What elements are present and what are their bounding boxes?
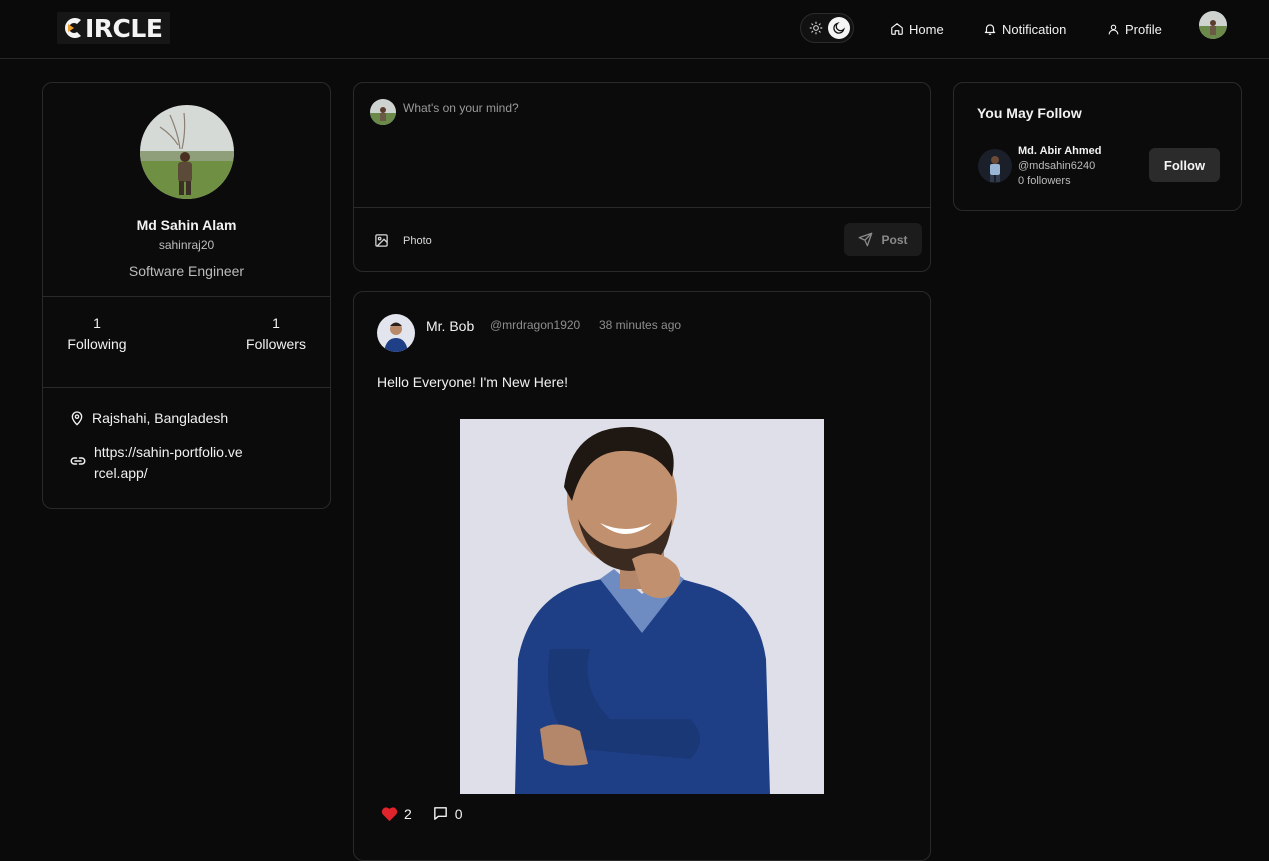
post-author-avatar[interactable] <box>377 314 415 352</box>
profile-card: Md Sahin Alam sahinraj20 Software Engine… <box>42 82 331 509</box>
following-label: Following <box>67 336 127 352</box>
like-button[interactable]: 2 <box>381 806 412 822</box>
bell-icon <box>984 24 996 35</box>
followers-label: Followers <box>246 336 306 352</box>
post-label: Post <box>881 232 908 247</box>
suggestion-avatar[interactable] <box>978 149 1012 183</box>
post-author-name[interactable]: Mr. Bob <box>426 318 474 334</box>
post-timestamp: 38 minutes ago <box>599 318 682 332</box>
profile-avatar[interactable] <box>140 105 234 199</box>
post-text: Hello Everyone! I'm New Here! <box>377 374 568 390</box>
profile-divider <box>43 296 330 297</box>
follow-button[interactable]: Follow <box>1149 148 1220 182</box>
followers-count: 1 <box>272 315 280 331</box>
website-link[interactable]: https://sahin-portfolio.vercel.app/ <box>94 442 244 484</box>
nav-home[interactable]: Home <box>890 19 944 39</box>
profile-username: sahinraj20 <box>158 238 215 252</box>
add-photo-button[interactable]: Photo <box>374 233 432 248</box>
user-avatar[interactable] <box>1199 11 1227 39</box>
stat-following[interactable]: 1 Following <box>47 315 147 352</box>
link-icon <box>70 457 86 465</box>
toggle-knob <box>828 17 850 39</box>
location-text: Rajshahi, Bangladesh <box>92 410 229 426</box>
composer-divider <box>354 207 930 208</box>
post-button[interactable]: Post <box>844 223 922 256</box>
nav-home-label: Home <box>909 21 944 37</box>
post-image[interactable] <box>460 419 824 794</box>
comment-count: 0 <box>454 805 463 822</box>
stat-followers[interactable]: 1 Followers <box>226 315 326 352</box>
comment-button[interactable]: 0 <box>432 805 463 822</box>
website-row: https://sahin-portfolio.vercel.app/ <box>69 442 244 484</box>
top-navbar: IRCLE Home Notification Profile <box>0 0 1269 59</box>
nav-profile-label: Profile <box>1125 21 1162 37</box>
suggestion-name[interactable]: Md. Abir Ahmed <box>1018 145 1102 157</box>
comment-icon <box>433 807 447 820</box>
post-composer: What's on your mind? Photo Post <box>353 82 931 272</box>
moon-icon <box>833 22 845 34</box>
nav-profile[interactable]: Profile <box>1107 19 1162 39</box>
location-row: Rajshahi, Bangladesh <box>69 408 228 429</box>
post-author-handle: @mrdragon1920 <box>490 318 581 332</box>
nav-notification-label: Notification <box>1002 21 1067 37</box>
post-reactions: 2 0 <box>381 805 463 822</box>
home-icon <box>891 23 903 35</box>
sun-icon <box>809 21 823 35</box>
like-count: 2 <box>404 805 412 822</box>
heart-icon <box>381 806 398 821</box>
nav-notification[interactable]: Notification <box>983 19 1066 39</box>
photo-label: Photo <box>403 234 432 247</box>
composer-input[interactable]: What's on your mind? <box>403 101 519 115</box>
stats-divider <box>43 387 330 388</box>
suggestions-card: You May Follow Md. Abir Ahmed @mdsahin62… <box>953 82 1242 211</box>
profile-name: Md Sahin Alam <box>136 217 237 233</box>
suggestion-followers: 0 followers <box>1018 175 1071 187</box>
user-icon <box>1108 24 1119 34</box>
logo-c-icon <box>65 18 81 38</box>
suggestion-handle: @mdsahin6240 <box>1018 160 1096 172</box>
composer-avatar <box>370 99 396 125</box>
profile-role: Software Engineer <box>128 263 245 279</box>
image-icon <box>375 234 388 247</box>
theme-toggle[interactable] <box>800 13 854 43</box>
post-card: Mr. Bob @mrdragon1920 38 minutes ago Hel… <box>353 291 931 861</box>
circle-logo[interactable]: IRCLE <box>57 12 170 44</box>
following-count: 1 <box>93 315 101 331</box>
suggestions-title: You May Follow <box>977 105 1082 121</box>
location-pin-icon <box>71 411 83 426</box>
send-icon <box>859 232 873 247</box>
